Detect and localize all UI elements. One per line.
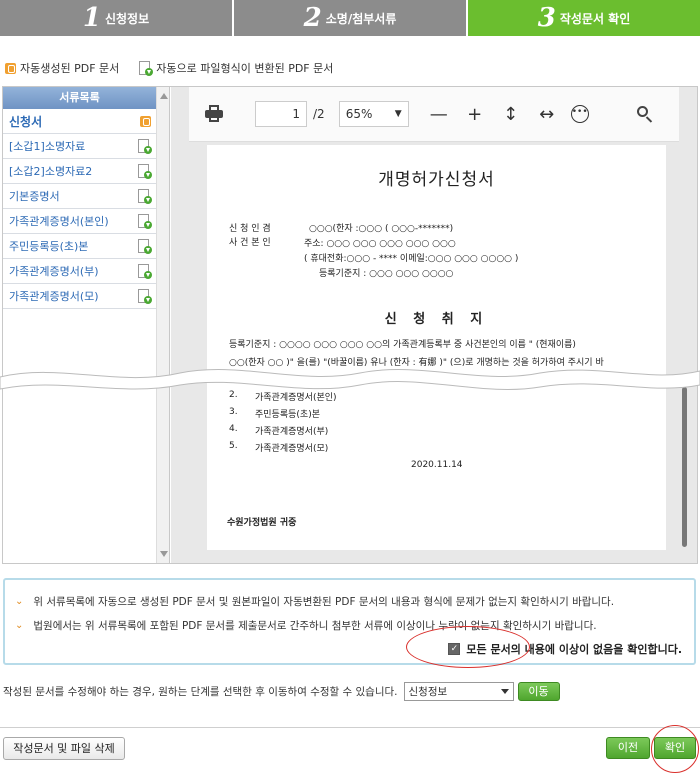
document-list-item-label: 가족관계증명서(부) (9, 265, 99, 278)
pdf-converted-icon (138, 213, 152, 229)
pdf-scrollbar-thumb[interactable] (682, 387, 687, 547)
document-list-header: 서류목록 (3, 87, 156, 109)
attachment-item: 3. (229, 407, 238, 417)
document-review-panel: 서류목록 신청서 [소갑1]소명자료 [소갑2]소명자료2 기본증명서가족관계증명서(… (2, 86, 698, 564)
document-list-item-label: 가족관계증명서(본인) (9, 215, 109, 228)
doc-line-name: ○○○(한자 :○○○ ( ○○○-*******) (309, 224, 454, 234)
legend-auto-pdf: 자동생성된 PDF 문서 (5, 60, 119, 76)
notice-text: 법원에서는 위 서류목록에 포함된 PDF 문서를 제출문서로 간주하니 첨부한… (33, 620, 597, 632)
tear-overlay (0, 369, 700, 390)
notice-text: 위 서류목록에 자동으로 생성된 PDF 문서 및 원본파일이 자동변환된 PD… (33, 596, 615, 608)
step-number: 3 (537, 3, 556, 33)
attachment-item: 4. (229, 424, 238, 434)
chevron-down-icon: ▼ (394, 109, 402, 119)
applicant-label-2: 사 건 본 인 (229, 238, 271, 248)
attachment-item: 5. (229, 441, 238, 451)
pdf-converted-icon (138, 188, 152, 204)
scroll-down-icon[interactable] (160, 551, 168, 557)
more-options-icon[interactable]: ••• (570, 105, 589, 123)
document-list-item[interactable]: 신청서 (3, 109, 156, 134)
doc-subtitle: 신 청 취 지 (384, 312, 489, 327)
document-list-item-label: 신청서 (9, 114, 43, 129)
zoom-select[interactable]: 65% ▼ (338, 101, 409, 127)
step-label: 신청정보 (104, 11, 150, 26)
legend-auto-pdf-label: 자동생성된 PDF 문서 (20, 62, 120, 75)
applicant-label-1: 신 청 인 겸 (229, 224, 271, 234)
document-list-scrollbar[interactable] (156, 87, 169, 563)
document-list-item[interactable]: 가족관계증명서(부) (3, 259, 156, 284)
pdf-converted-icon (138, 288, 152, 304)
step-number: 1 (82, 3, 101, 33)
doc-line-phone: ( 휴대전화:○○○ - **** 이메일:○○○ ○○○ ○○○○ ) (304, 254, 519, 264)
legend-converted-pdf-label: 자동으로 파일형식이 변환된 PDF 문서 (156, 62, 334, 75)
previous-button[interactable]: 이전 (606, 737, 650, 759)
step-1: 1 신청정보 (0, 0, 232, 36)
step-2: 2 소명/첨부서류 (234, 0, 466, 36)
document-list-item-label: 가족관계증명서(모) (9, 290, 99, 303)
step-number: 2 (303, 3, 322, 33)
pdf-page: 개명허가신청서 신 청 인 겸 사 건 본 인 ○○○(한자 :○○○ ( ○○… (207, 145, 666, 550)
attachment-item-label: 주민등록등(초)본 (255, 410, 320, 420)
doc-date: 2020.11.14 (411, 460, 463, 470)
fit-width-icon[interactable]: ↔ (529, 104, 565, 125)
zoom-value: 65% (345, 107, 373, 121)
pdf-converted-icon (139, 60, 154, 76)
icon-legend: 자동생성된 PDF 문서 자동으로 파일형식이 변환된 PDF 문서 (5, 60, 347, 76)
zoom-in-icon[interactable]: + (457, 104, 493, 125)
chevron-down-icon: ⌄ (15, 596, 24, 607)
step-bar: 1 신청정보 2 소명/첨부서류 3 작성문서 확인 (0, 0, 700, 36)
document-list-item-label: 기본증명서 (9, 190, 60, 203)
page-total: /2 (313, 107, 325, 121)
edit-hint: 작성된 문서를 수정해야 하는 경우, 원하는 단계를 선택한 후 이동하여 수… (3, 686, 398, 698)
scroll-up-icon[interactable] (160, 93, 168, 99)
highlight-circle (651, 725, 699, 773)
pdf-converted-icon (138, 238, 152, 254)
step-label: 소명/첨부서류 (325, 11, 397, 26)
document-list-item[interactable]: [소갑1]소명자료 (3, 134, 156, 159)
document-list: 서류목록 신청서 [소갑1]소명자료 [소갑2]소명자료2 기본증명서가족관계증명서(… (3, 87, 170, 563)
document-list-item[interactable]: 주민등록등(초)본 (3, 234, 156, 259)
pdf-generated-icon (140, 115, 151, 127)
fit-height-icon[interactable]: ↕ (493, 104, 529, 125)
doc-line-address: 주소: ○○○ ○○○ ○○○ ○○○ ○○○ (304, 239, 456, 249)
pdf-viewer: 1 /2 65% ▼ — + ↕ ↔ ••• 개명허가신청서 신 청 인 겸 사… (171, 87, 697, 563)
document-list-item[interactable]: [소갑2]소명자료2 (3, 159, 156, 184)
page-number-input[interactable]: 1 (255, 101, 307, 127)
move-button[interactable]: 이동 (517, 682, 560, 701)
pdf-generated-icon (5, 62, 16, 74)
chevron-down-icon (500, 689, 509, 694)
edit-step-row: 작성된 문서를 수정해야 하는 경우, 원하는 단계를 선택한 후 이동하여 수… (3, 682, 560, 701)
pdf-converted-icon (138, 263, 152, 279)
doc-purpose-1: 등록기준지 : ○○○○ ○○○ ○○○ ○○의 가족관계등록부 중 사건본인의… (229, 340, 576, 350)
document-list-item[interactable]: 가족관계증명서(모) (3, 284, 156, 309)
attachment-item-label: 가족관계증명서(부) (255, 427, 329, 437)
print-icon[interactable] (205, 105, 223, 123)
doc-title: 개명허가신청서 (378, 170, 495, 190)
step-label: 작성문서 확인 (559, 11, 631, 26)
doc-court: 수원가정법원 귀중 (227, 518, 297, 528)
step-3: 3 작성문서 확인 (468, 0, 700, 36)
divider (0, 727, 700, 728)
legend-converted-pdf: 자동으로 파일형식이 변환된 PDF 문서 (139, 60, 333, 76)
pdf-toolbar: 1 /2 65% ▼ — + ↕ ↔ ••• (189, 87, 679, 142)
attachment-item-label: 가족관계증명서(모) (255, 444, 329, 454)
pdf-converted-icon (138, 138, 152, 154)
doc-line-register: 등록기준지 : ○○○ ○○○ ○○○○ (319, 269, 454, 279)
notice-line: ⌄ 위 서류목록에 자동으로 생성된 PDF 문서 및 원본파일이 자동변환된 … (15, 594, 614, 609)
pdf-converted-icon (138, 163, 152, 179)
document-list-items: 신청서 [소갑1]소명자료 [소갑2]소명자료2 기본증명서가족관계증명서(본인) 주민… (3, 109, 156, 309)
search-icon[interactable] (636, 106, 653, 123)
document-list-item-label: [소갑1]소명자료 (9, 140, 86, 153)
notice-box: ⌄ 위 서류목록에 자동으로 생성된 PDF 문서 및 원본파일이 자동변환된 … (3, 578, 696, 665)
document-list-item[interactable]: 기본증명서 (3, 184, 156, 209)
document-list-item-label: 주민등록등(초)본 (9, 240, 89, 253)
zoom-out-icon[interactable]: — (421, 104, 457, 125)
chevron-down-icon: ⌄ (15, 620, 24, 631)
highlight-circle (406, 626, 530, 668)
delete-documents-button[interactable]: 작성문서 및 파일 삭제 (3, 737, 125, 760)
step-select-value: 신청정보 (408, 686, 448, 698)
step-select[interactable]: 신청정보 (403, 682, 514, 701)
document-list-item[interactable]: 가족관계증명서(본인) (3, 209, 156, 234)
document-list-item-label: [소갑2]소명자료2 (9, 165, 93, 178)
